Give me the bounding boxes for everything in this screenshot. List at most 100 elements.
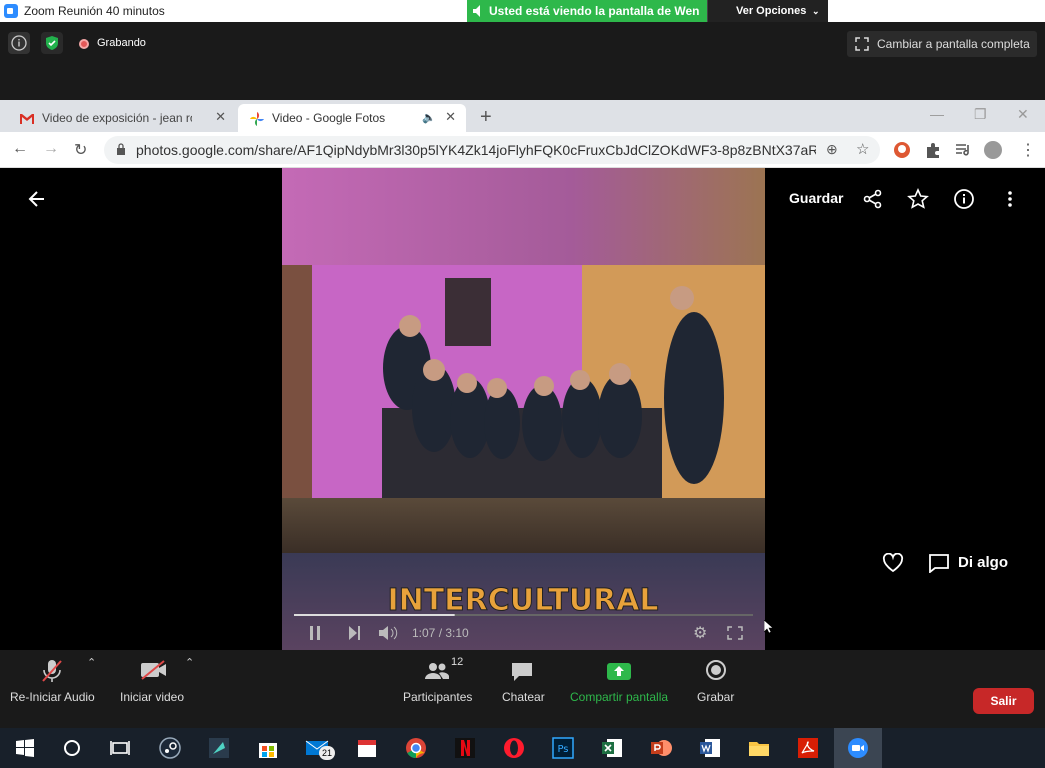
- video-player[interactable]: INTERCULTURAL 1:07 / 3:10 ⚙: [282, 168, 765, 650]
- reload-icon[interactable]: ↻: [74, 140, 87, 160]
- save-button[interactable]: Guardar: [789, 190, 843, 206]
- video-options-caret[interactable]: ⌃: [185, 656, 194, 669]
- extensions-icon[interactable]: [924, 141, 942, 159]
- meeting-controls: Re-Iniciar Audio ⌃ Iniciar video ⌃ 12 Pa…: [0, 650, 1045, 728]
- mail-badge: 21: [319, 746, 335, 760]
- record-button[interactable]: Grabar: [697, 650, 737, 728]
- powerpoint-icon[interactable]: [649, 736, 673, 760]
- zoom-logo-icon: [4, 4, 18, 18]
- favorite-star-icon[interactable]: [907, 188, 929, 210]
- duckduckgo-icon[interactable]: [893, 141, 911, 159]
- cortana-icon[interactable]: [60, 736, 84, 760]
- meeting-info-icon[interactable]: [8, 32, 30, 54]
- lock-icon: [117, 143, 125, 155]
- forward-icon[interactable]: →: [43, 140, 59, 158]
- share-icon[interactable]: [862, 188, 884, 210]
- taskbar-zoom-button[interactable]: [834, 728, 882, 768]
- close-icon[interactable]: ✕: [445, 109, 456, 125]
- recording-label: Grabando: [97, 37, 146, 49]
- address-bar[interactable]: photos.google.com/share/AF1QipNdybMr3l30…: [104, 136, 880, 164]
- menu-icon[interactable]: ⋮: [1020, 140, 1036, 160]
- chevron-down-icon: ⌄: [812, 6, 820, 16]
- microphone-muted-icon: [42, 660, 62, 682]
- comment-button[interactable]: Di algo: [958, 554, 1008, 571]
- next-icon[interactable]: [349, 626, 361, 645]
- url-text: photos.google.com/share/AF1QipNdybMr3l30…: [136, 142, 816, 158]
- participants-count: 12: [451, 656, 464, 668]
- photoshop-icon[interactable]: Ps: [551, 736, 575, 760]
- participants-icon: [425, 663, 449, 679]
- more-options-icon[interactable]: [999, 188, 1021, 210]
- store-icon[interactable]: [256, 736, 280, 760]
- file-explorer-icon[interactable]: [747, 736, 771, 760]
- new-tab-button[interactable]: +: [480, 106, 492, 129]
- bookmark-star-icon[interactable]: ☆: [856, 140, 869, 158]
- video-label: Iniciar video: [120, 690, 185, 704]
- filmora-icon[interactable]: [207, 736, 231, 760]
- tab-label: Video - Google Fotos: [272, 111, 386, 125]
- participants-label: Participantes: [403, 690, 473, 704]
- close-icon[interactable]: ✕: [215, 109, 226, 125]
- audio-label: Re-Iniciar Audio: [10, 690, 95, 704]
- windows-start-icon[interactable]: [13, 736, 37, 760]
- window-close-icon[interactable]: ✕: [1017, 106, 1029, 123]
- camera-off-icon: [141, 660, 166, 680]
- acrobat-icon[interactable]: [796, 736, 820, 760]
- back-icon[interactable]: ←: [12, 140, 28, 158]
- video-fullscreen-icon[interactable]: [727, 626, 743, 645]
- video-time: 1:07 / 3:10: [412, 626, 469, 640]
- steam-icon[interactable]: [158, 736, 182, 760]
- view-options-label: Ver Opciones: [736, 5, 807, 17]
- meeting-top-bar: Grabando Cambiar a pantalla completa: [0, 22, 1045, 100]
- comment-icon[interactable]: [928, 553, 950, 573]
- chrome-icon[interactable]: [404, 736, 428, 760]
- mouse-cursor-icon: [764, 620, 774, 634]
- info-icon[interactable]: [953, 188, 975, 210]
- chat-button[interactable]: Chatear: [502, 650, 546, 728]
- task-view-icon[interactable]: [108, 736, 132, 760]
- fullscreen-button[interactable]: Cambiar a pantalla completa: [847, 31, 1037, 57]
- fullscreen-label: Cambiar a pantalla completa: [877, 37, 1030, 51]
- record-label: Grabar: [697, 690, 735, 704]
- pause-icon[interactable]: [310, 626, 320, 640]
- security-shield-icon[interactable]: [41, 32, 63, 54]
- browser-tab-strip: Video de exposición - jean rodrig ✕ Vide…: [0, 100, 1045, 132]
- google-photos-icon: [250, 112, 264, 126]
- view-options-button[interactable]: Ver Opciones ⌄: [707, 0, 828, 22]
- netflix-icon[interactable]: [453, 736, 477, 760]
- install-icon[interactable]: ⊕: [826, 141, 838, 158]
- share-screen-button[interactable]: Compartir pantalla: [570, 650, 670, 728]
- minimize-icon[interactable]: —: [930, 106, 944, 122]
- opera-icon[interactable]: [502, 736, 526, 760]
- audio-options-caret[interactable]: ⌃: [87, 656, 96, 669]
- leave-meeting-button[interactable]: Salir: [973, 688, 1034, 714]
- tab-gmail[interactable]: Video de exposición - jean rodrig ✕: [8, 104, 236, 132]
- record-icon: [706, 660, 726, 680]
- word-icon[interactable]: [698, 736, 722, 760]
- speaker-icon: [473, 5, 480, 17]
- tab-label: Video de exposición - jean rodrig: [42, 111, 192, 125]
- mail-button[interactable]: 21: [305, 736, 335, 760]
- profile-avatar[interactable]: [984, 141, 1002, 159]
- window-title: Zoom Reunión 40 minutos: [24, 4, 165, 18]
- volume-icon[interactable]: [379, 625, 399, 646]
- back-arrow-icon[interactable]: [26, 188, 48, 210]
- browser-toolbar: ← → ↻ photos.google.com/share/AF1QipNdyb…: [0, 132, 1045, 168]
- restore-icon[interactable]: ❐: [974, 106, 987, 123]
- heart-icon[interactable]: [882, 553, 904, 573]
- share-banner: Usted está viendo la pantalla de Wen: [467, 0, 707, 22]
- media-control-icon[interactable]: [954, 141, 972, 159]
- chat-icon: [512, 663, 532, 681]
- photo-viewer: INTERCULTURAL 1:07 / 3:10 ⚙ Guardar Di a…: [0, 168, 1045, 650]
- tab-google-photos[interactable]: Video - Google Fotos 🔈 ✕: [238, 104, 466, 132]
- calendar-icon[interactable]: [355, 736, 379, 760]
- svg-text:Ps: Ps: [557, 744, 568, 755]
- excel-icon[interactable]: [600, 736, 624, 760]
- video-button[interactable]: Iniciar video: [120, 650, 190, 728]
- share-screen-label: Compartir pantalla: [570, 690, 669, 704]
- tab-audio-icon[interactable]: 🔈: [422, 111, 436, 124]
- windows-taskbar: 21 Ps: [0, 728, 1045, 768]
- recording-icon: [79, 39, 89, 49]
- participants-button[interactable]: 12 Participantes: [403, 650, 475, 728]
- settings-gear-icon[interactable]: ⚙: [693, 623, 707, 643]
